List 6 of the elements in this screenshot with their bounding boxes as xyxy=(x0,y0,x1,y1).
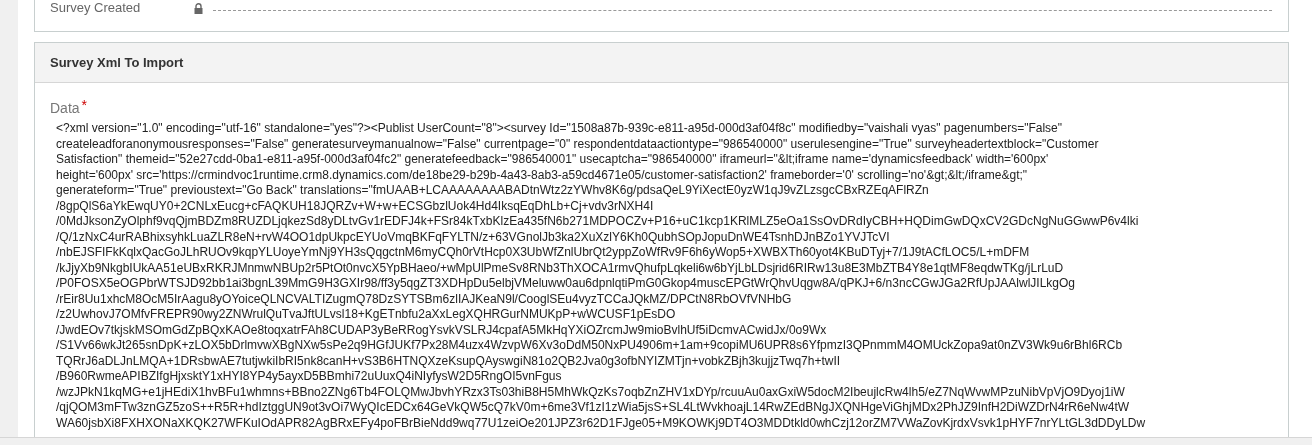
field-label: Data xyxy=(50,99,80,117)
section-title: Survey Xml To Import xyxy=(50,53,184,72)
lock-icon xyxy=(194,2,203,14)
required-mark: * xyxy=(81,99,88,111)
data-field[interactable]: <?xml version="1.0" encoding="utf-16" standalone="yes"?><Publist UserCount="8"><survey Id="1508a87b-939c-e811-a95d-000d3af04f8c" modifiedby="vaishali vyas" pagenumbers="False" createleadforanonymousresponses="False" generatesurveymanualnow="False" currentpage="0" respondentdataactiontype="986540000" userulesengine="True" surveyheadertextblock="Customer Satisfaction" themeid="52e27cdd-0ba1-e811-a95f-000d3af04fc2" generatefeedback="986540001" usecaptcha="986540000" iframeurl="&lt;iframe name='dynamicsfeedback' width='600px' height='600px' src='https://crmindvoc1runtime.crm8.dynamics.com/de18be29-b29b-4a43-8ab3-a59cd4671e05/customer-satisfaction2' frameborder='0' scrolling='no'&gt;&lt;/iframe&gt;" generateform="True" previoustext="Go Back" translations="fmUAAB+LCAAAAAAAABADtnWtz2zYWhv8K6g/pdsaQeL9YiXectE0yzW1qJ9vZLzsgcCBxRZEqAFlRZn /8gpQlS6aYkEwqUY0+2CNLxEucg+cFAQKUH18JQRZv+W+w+ECSGbzlUok4Hd4IksqEqDhLb+Cj+vdv3rNXH4I /0MdJksonZyOlphf9vqQjmBDZm8RUZDLjqkezSd8yDLtvGv1rEDFJ4k+FSr84kTxbKlzEa435fN6b271MDPOCZv+P16+uC1kcp1KRlMLZ5eOa1SsOvDRdIyCBH+HQDimGwDQxCV2GDcNgNuGGwwP6v4lki /Q/1zNxC4urRABhixsyhkLuaZLR8eN+rvW4OO1dpUkpcEYUoVmqBKFqFYLTN/z+63VGnolJb3ka2XuXzlY6Kh0QubhSOpJopuDnWE4TsnhDJnBZo1YVJTcVI /nbEJSFIFkKqlxQacGoJLhRUOv9kqpYLUoyeYmNj9YH3sQqgctnM6myCQh0rVtHcp0X3UbWfZnlUbrQt2yppZoWfRv9F6h6yWop5+XWBXTh60yot4KBuDTyj+7/1J9tACfLOC5/L+mDFM /kJjyXb9NkgbIUkAA51eUBxRKRJMnmwNBUp2r5PtOt0nvcX5YpBHaeo/+wMpUlPmeSv8RNb3ThXOCA1rmvQhufpLqkeli6w6bYjLbLDsjrid6RIRw13u8E3MbZTB4Y8e1qtMF8eqdwTKg/jLrLuD /P0FOSX5eOGPbrWTSJD92bb1ai3bgnL39MmG9H3GXIr98/ff3y5qgZT3XDHpDu5elbjVMeluww0au6dpnlqtiPmG0Gkop4muscEPGtWrQhvUqgw8A/qPKJ+6/n3ncCGwJGa2RfUpJAAlwlJILkgOg /rEir8Uu1xhcM8OcM5IrAagu8yOYoiceQLNCVALTIZugmQ78DzSYTSBm6zlIAJKeaN9l/CooglSEu4vyzTCCaJQkMZ/DPCtN8RbOVfVNHbG /z2UwhovJ7OMfvFREPR90wy2ZNWrulQuTvaJftULvsl18+KgETnbfu2aXxLegXQHRGurNMUKpP+wWCUSF1pEsDO /JwdEOv7tkjskMSOmGdZpBQxKAOe8toqxatrFAh8CUDAP3yBeRRogYsvkVSLRJ4cpafA5MkHqYXiOZrcmJw9mioBvlhUf5iDcmvACwidJx/0o9Wx /S1Vv66wkJt265snDpK+zLOX5bDrlmvwXBgNXw5sPe2q9HGfJUKf7Px28M4uzx4WzvpW6Xv3oDdM50NxPU4906m+1am+9copiMU6UPR8s6YfpmzI3QPnmmM4OMUckZopa9at0nZV3Wk9u6rBhl6RCb TQRrJ6aDLJnLMQA+1DRsbwAE7tutjwkiIbRI5nk8canH+vS3B6HTNQXzeKsupQAyswgiN81o2QB2Jva0g3ofbNYIZMTjn+vobkZBjh3kujjzTwq7h+twII /B960RwmeAPIBZIfgHjxsktY1xHYI8YP4y5ayxD5BBmhi72uUuxQ4iNIyfysW2D5RngOI5vnFgus /wzJPkN1kqMG+e1jHEdiX1hvBFu1whmns+BBno2ZNg6Tb4FOLQMwJbvhYRzx3Ts03hiB8H5MhWkQzKs7oqbZnZHV1xDYp/rcuuAu0axGxiW5docM2IbeujlcRw4lh5/eZ7NqWvwMPzuNibVpVjO9Dyoj1iW /qjQOM3mFTw3znGZ5zoS++R5R+hdIztggUN9ot3vOi7WyQIcEDCx64GeVkQW5cQ7kV0m+6me3Vf1zI1zWia5jsS+SL4LtWvkhoajL14RwZEdBNgJXQNHgeViGhjMDx2PhJZ9InfH2DiWZDrN4rR6eNw4tW WA60jsbXi8FXHXONaXKQK27WFKuIOdAPR82AgBRxEFy4poFBrBieNdd9wq77U1zeiOe201JPZ3r62D1FJge05+M9KOWKj9DT4O3MDDtkld0whCzj12orZM7VWaZovKjrdxVsvk1pHYF7nrYLtGL3dDDyLDw xyxy=(50,121,1146,431)
field-label: Survey Created xyxy=(50,1,142,15)
